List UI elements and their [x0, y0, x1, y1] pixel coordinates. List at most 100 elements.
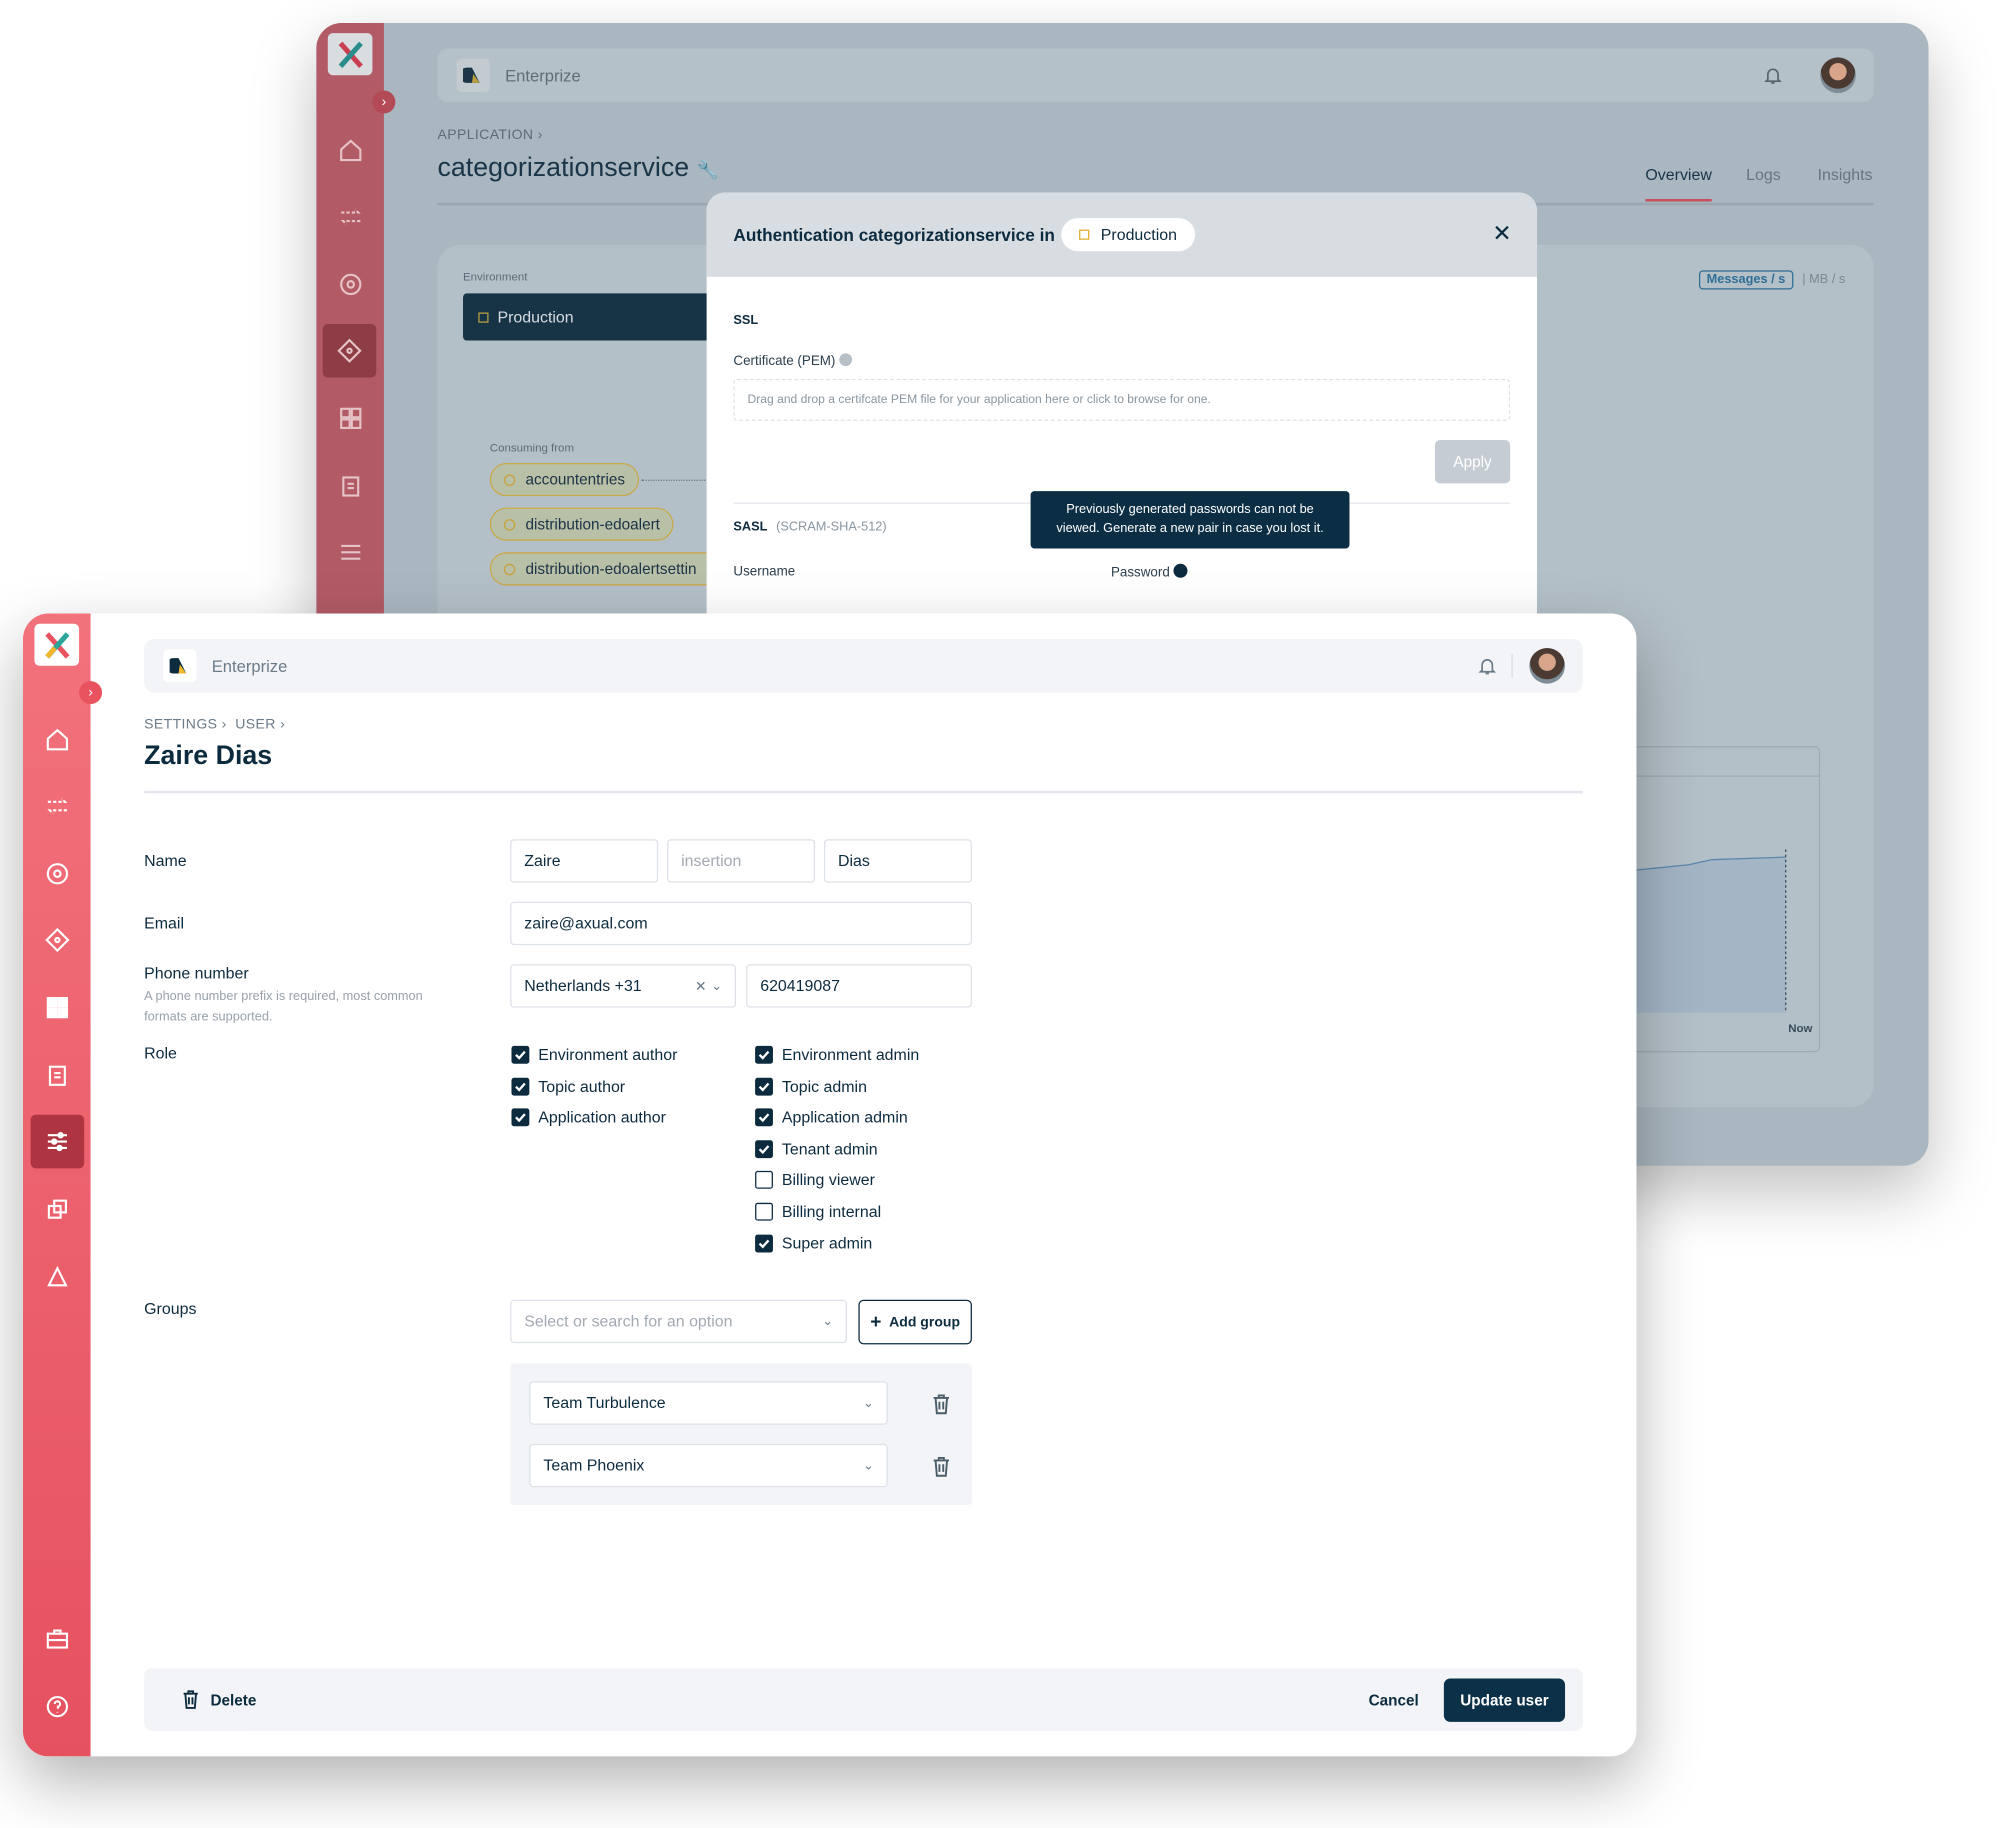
home-icon[interactable]: [334, 134, 367, 167]
consuming-label: Consuming from: [489, 441, 575, 455]
avatar[interactable]: [1529, 647, 1566, 684]
phone-number-input[interactable]: 620419087: [746, 964, 972, 1008]
checkbox-checked-icon[interactable]: [755, 1045, 773, 1064]
phone-prefix-select[interactable]: Netherlands +31 ✕ ⌄: [510, 964, 736, 1008]
page-title: categorizationservice 🔧: [437, 153, 719, 183]
email-input[interactable]: zaire@axual.com: [510, 901, 972, 946]
mb-per-second-toggle[interactable]: | MB / s: [1802, 273, 1845, 287]
checkbox-unchecked-icon[interactable]: [755, 1171, 773, 1190]
checkbox-checked-icon[interactable]: [511, 1108, 530, 1127]
briefcase-icon[interactable]: [41, 1622, 74, 1655]
tab-insights[interactable]: Insights: [1818, 166, 1873, 184]
role-checkbox[interactable]: Billing viewer: [755, 1171, 875, 1190]
environment-select[interactable]: Production: [463, 293, 719, 341]
role-label: Environment author: [538, 1045, 678, 1064]
trash-icon[interactable]: [932, 1456, 950, 1477]
expand-sidebar-button[interactable]: ›: [79, 681, 103, 705]
org-logo: [163, 649, 197, 683]
role-checkbox[interactable]: Environment author: [511, 1045, 678, 1064]
checkbox-checked-icon[interactable]: [755, 1108, 773, 1127]
home-icon[interactable]: [41, 723, 74, 756]
bell-icon[interactable]: [1763, 65, 1783, 85]
groups-label: Groups: [144, 1299, 197, 1318]
breadcrumb-item[interactable]: APPLICATION: [437, 128, 533, 143]
breadcrumb-settings[interactable]: SETTINGS: [144, 717, 217, 732]
streams-icon[interactable]: [334, 200, 367, 233]
divider: [1511, 654, 1513, 678]
chevron-down-icon: ⌄: [863, 1396, 874, 1411]
groups-select[interactable]: Select or search for an option ⌄: [510, 1299, 847, 1344]
close-icon[interactable]: ✕: [1492, 221, 1511, 248]
checkbox-checked-icon[interactable]: [511, 1045, 530, 1064]
delete-button[interactable]: Delete: [182, 1690, 256, 1709]
avatar[interactable]: [1820, 57, 1856, 94]
checkbox-unchecked-icon[interactable]: [755, 1202, 773, 1221]
settings-sliders-icon[interactable]: [30, 1114, 85, 1169]
role-checkbox[interactable]: Application author: [511, 1108, 666, 1127]
insertion-input[interactable]: insertion: [667, 839, 816, 883]
apply-button[interactable]: Apply: [1434, 440, 1511, 484]
group-select[interactable]: Team Turbulence ⌄: [529, 1381, 888, 1425]
role-label: Application author: [538, 1108, 666, 1127]
network-icon[interactable]: [41, 1260, 74, 1293]
trash-icon: [183, 1690, 198, 1709]
breadcrumb: APPLICATION ›: [437, 127, 543, 143]
expand-sidebar-button[interactable]: ›: [372, 90, 396, 114]
role-checkbox[interactable]: Topic admin: [755, 1077, 867, 1096]
role-checkbox[interactable]: Topic author: [511, 1077, 625, 1096]
footer-bar: Delete Cancel Update user: [144, 1668, 1583, 1731]
edit-wrench-icon[interactable]: 🔧: [697, 159, 719, 179]
bell-icon[interactable]: [1477, 656, 1497, 676]
copy-icon[interactable]: [41, 1193, 74, 1226]
tab-overview[interactable]: Overview: [1645, 166, 1712, 202]
certificate-dropzone[interactable]: Drag and drop a certifcate PEM file for …: [733, 378, 1511, 421]
help-icon[interactable]: [41, 1690, 74, 1723]
target-icon[interactable]: [334, 268, 367, 301]
checkbox-checked-icon[interactable]: [511, 1077, 530, 1096]
clipboard-icon[interactable]: [334, 469, 367, 502]
cancel-button[interactable]: Cancel: [1369, 1691, 1419, 1709]
role-label: Environment admin: [781, 1045, 920, 1064]
consumed-stream-chip[interactable]: distribution-edoalert: [489, 507, 674, 541]
modal-title: Authentication categorizationservice in: [733, 225, 1055, 245]
update-user-button[interactable]: Update user: [1443, 1678, 1566, 1722]
role-checkbox[interactable]: Application admin: [755, 1108, 908, 1127]
role-checkbox[interactable]: Tenant admin: [755, 1140, 878, 1158]
role-checkbox[interactable]: Environment admin: [755, 1045, 920, 1064]
breadcrumb-user[interactable]: USER: [235, 717, 276, 732]
group-select[interactable]: Team Phoenix ⌄: [529, 1443, 888, 1488]
settings-sliders-icon[interactable]: [334, 536, 367, 569]
last-name-input[interactable]: Dias: [823, 839, 972, 883]
checkbox-checked-icon[interactable]: [755, 1234, 773, 1253]
top-bar: Enterprize: [437, 48, 1874, 103]
org-logo: [456, 58, 490, 92]
trash-icon[interactable]: [932, 1394, 950, 1415]
streams-icon[interactable]: [41, 790, 74, 823]
tab-logs[interactable]: Logs: [1746, 166, 1781, 184]
group-list: Team Turbulence ⌄ Team Phoenix ⌄: [510, 1363, 972, 1506]
chevron-down-icon: ⌄: [822, 1314, 833, 1329]
first-name-input[interactable]: Zaire: [510, 839, 659, 883]
role-label: Tenant admin: [781, 1140, 878, 1158]
dashboard-icon[interactable]: [41, 991, 74, 1024]
checkbox-checked-icon[interactable]: [755, 1140, 773, 1158]
consumed-stream-chip[interactable]: accountentries: [489, 463, 640, 497]
info-icon[interactable]: [1173, 563, 1188, 578]
clear-icon[interactable]: ✕: [695, 978, 707, 994]
add-group-button[interactable]: + Add group: [858, 1299, 972, 1345]
target-icon[interactable]: [41, 857, 74, 890]
certificate-label: Certificate (PEM): [733, 353, 852, 369]
role-checkbox[interactable]: Super admin: [755, 1234, 872, 1253]
sidebar: ›: [22, 613, 103, 1757]
applications-icon[interactable]: [41, 923, 74, 956]
role-checkbox[interactable]: Billing internal: [755, 1202, 881, 1221]
messages-per-second-toggle[interactable]: Messages / s: [1698, 270, 1793, 290]
clipboard-icon[interactable]: [41, 1059, 74, 1092]
info-icon[interactable]: [839, 353, 852, 367]
modal-header: Authentication categorizationservice in …: [706, 192, 1537, 277]
checkbox-checked-icon[interactable]: [755, 1077, 773, 1096]
dashboard-icon[interactable]: [334, 402, 367, 435]
applications-icon[interactable]: [322, 323, 377, 378]
password-tooltip: Previously generated passwords can not b…: [1030, 491, 1350, 549]
org-name: Enterprize: [211, 656, 288, 676]
